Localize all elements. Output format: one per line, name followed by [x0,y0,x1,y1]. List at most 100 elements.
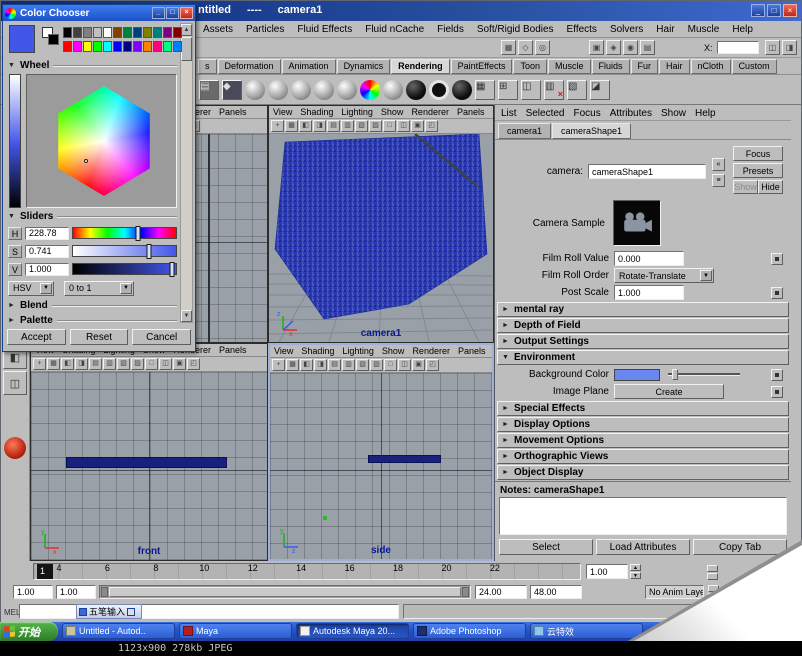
anim-layer-button[interactable] [707,573,718,580]
reset-button[interactable]: Reset [70,329,129,345]
taskbar-task[interactable]: Adobe Photoshop [413,623,526,639]
palette-swatch[interactable] [133,27,142,38]
palette-swatch[interactable] [83,41,92,52]
color-mode-dropdown[interactable]: HSV ▼ [8,281,54,296]
viewport-icon[interactable] [33,358,46,370]
slider-handle[interactable] [169,262,174,277]
ae-tab[interactable]: camera1 [498,123,551,139]
viewport-menu-item[interactable]: Show [382,346,405,356]
saturation-slider[interactable] [72,245,177,257]
scroll-up-icon[interactable]: ▲ [181,24,192,36]
spinner-down-icon[interactable]: ▼ [630,572,641,579]
menu-item[interactable]: Hair [656,24,674,35]
camera-object-front[interactable] [66,457,226,468]
notes-textarea[interactable] [499,497,787,535]
map-button[interactable] [771,369,783,381]
background-color-slider[interactable] [668,373,740,376]
menu-item[interactable]: Particles [246,24,284,35]
cancel-button[interactable]: Cancel [132,329,191,345]
shelf-layer-icon[interactable]: ▧ [567,80,587,100]
select-button[interactable]: Select [499,539,593,555]
sliders-section-header[interactable]: ▼ Sliders [8,210,177,223]
palette-swatch[interactable] [173,27,182,38]
viewport-icon[interactable] [370,359,383,371]
hue-input[interactable]: 228.78 [25,227,69,240]
shelf-dark-sphere-icon[interactable] [452,80,472,100]
menu-item[interactable]: Solvers [610,24,643,35]
ae-section-header-environment[interactable]: ▼ Environment [497,350,789,365]
palette-section-header[interactable]: ► Palette [8,314,177,327]
value-strip[interactable] [9,74,21,208]
value-slider[interactable] [72,263,177,275]
viewport-menu-item[interactable]: Renderer [411,107,449,117]
color-hexagon[interactable] [52,86,156,196]
taskbar-task[interactable]: Autodesk Maya 20... [296,623,409,639]
viewport-menu-item[interactable]: Lighting [341,107,373,117]
menu-item[interactable]: Help [732,24,753,35]
viewport-canvas[interactable]: y x front [31,372,267,560]
viewport-menu-item[interactable]: Panels [458,346,486,356]
shelf-options-icon[interactable]: ◆ [222,80,242,100]
coord-input[interactable] [717,41,759,54]
palette-swatch[interactable] [143,41,152,52]
ae-tab[interactable]: cameraShape1 [552,123,631,139]
viewport-menu-item[interactable]: Panels [457,107,485,117]
wheel-section-header[interactable]: ▼ Wheel [8,59,177,72]
motion-tool-icon[interactable] [4,437,26,459]
slider-handle[interactable] [135,226,140,241]
anim-layer-field[interactable]: No Anim Laye [645,585,704,599]
viewport-icon[interactable] [103,358,116,370]
film-roll-value-input[interactable]: 0.000 [614,251,684,266]
range-mode-dropdown[interactable]: 0 to 1 ▼ [64,281,134,296]
list-icon[interactable]: ≡ [712,174,725,187]
viewport-menu-item[interactable]: Shading [301,346,334,356]
menu-item[interactable]: Assets [203,24,233,35]
viewport-icon[interactable] [286,359,299,371]
palette-swatch[interactable] [73,41,82,52]
palette-swatch[interactable] [93,27,102,38]
viewport-icon[interactable] [341,120,354,132]
shelf-ring-sphere-icon[interactable] [429,80,449,100]
palette-swatch[interactable] [83,27,92,38]
ae-section-header[interactable]: ► mental ray [497,302,789,317]
shelf-tab[interactable]: nCloth [691,59,731,74]
scrollbar-thumb[interactable] [181,37,192,61]
shelf-sphere-icon[interactable] [314,80,334,100]
start-button[interactable]: 开始 [0,622,58,641]
close-button[interactable]: × [783,4,797,17]
background-color-swatch[interactable] [614,369,660,381]
map-button[interactable] [771,287,783,299]
panel-toggle-icon[interactable]: ◨ [782,40,797,55]
shelf-tab[interactable]: Dynamics [337,59,391,74]
viewport-icon[interactable] [117,358,130,370]
focus-arrow-icon[interactable]: « [712,158,725,171]
snap-curve-icon[interactable]: ◇ [518,40,533,55]
viewport-menu-item[interactable]: Panels [219,345,247,355]
film-roll-order-dropdown[interactable]: Rotate-Translate ▼ [614,268,714,283]
maximize-button[interactable]: □ [767,4,781,17]
viewport-icon[interactable] [397,120,410,132]
range-end-input[interactable]: 48.00 [530,585,582,599]
menu-item[interactable]: Soft/Rigid Bodies [477,24,554,35]
range-bar[interactable] [109,587,461,597]
ae-section-header[interactable]: ► Depth of Field [497,318,789,333]
range-start-input[interactable]: 1.00 [13,585,53,599]
shelf-tab[interactable]: Toon [513,59,547,74]
palette-swatch[interactable] [153,27,162,38]
dialog-maximize-button[interactable]: □ [166,7,179,19]
viewport-menu-item[interactable]: Lighting [342,346,374,356]
range-handle-right[interactable] [462,587,469,597]
range-slider-track[interactable] [99,585,471,599]
shelf-tab[interactable]: Rendering [391,59,450,74]
palette-swatch[interactable] [153,41,162,52]
presets-button[interactable]: Presets [733,163,783,178]
accept-button[interactable]: Accept [7,329,66,345]
viewport-icon[interactable] [131,358,144,370]
black-swatch[interactable] [48,34,59,45]
menu-item[interactable]: Effects [567,24,597,35]
viewport-icon[interactable] [299,120,312,132]
shelf-camera-icon[interactable]: ◫ [521,80,541,100]
palette-swatch[interactable] [133,41,142,52]
history-icon[interactable]: ▣ [589,40,604,55]
viewport-menu-item[interactable]: Panels [219,107,247,117]
